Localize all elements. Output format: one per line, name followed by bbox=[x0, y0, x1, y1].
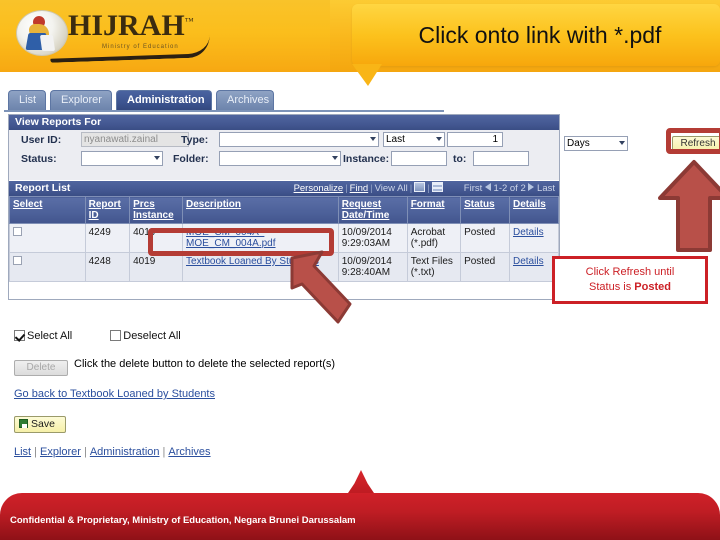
select-all-label[interactable]: Select All bbox=[27, 330, 72, 342]
col-details[interactable]: Details bbox=[509, 196, 559, 224]
arrow-to-pdf-link-icon bbox=[290, 250, 352, 324]
count-input[interactable]: 1 bbox=[447, 132, 503, 147]
details-link[interactable]: Details bbox=[513, 256, 544, 267]
delete-row: Delete Click the delete button to delete … bbox=[14, 358, 335, 376]
reports-panel: View Reports For User ID: nyanawati.zain… bbox=[8, 114, 560, 300]
row-checkbox[interactable] bbox=[13, 256, 22, 265]
pager-first[interactable]: First bbox=[464, 183, 482, 194]
view-reports-for-title: View Reports For bbox=[9, 115, 559, 130]
user-id-label: User ID: bbox=[21, 134, 62, 146]
user-id-field: nyanawati.zainal bbox=[81, 132, 189, 147]
cell-select[interactable] bbox=[9, 223, 86, 253]
note-line-2-prefix: Status is bbox=[589, 281, 635, 293]
col-report-id[interactable]: Report ID bbox=[84, 196, 131, 224]
select-all-checkbox[interactable] bbox=[14, 330, 25, 341]
unit-select-value: Days bbox=[567, 138, 590, 149]
download-spreadsheet-icon[interactable] bbox=[414, 182, 426, 192]
col-request-datetime[interactable]: Request Date/Time bbox=[337, 196, 408, 224]
status-select[interactable] bbox=[81, 151, 163, 166]
footer-confidential-text: Confidential & Proprietary, Ministry of … bbox=[10, 515, 356, 526]
note-status-value: Posted bbox=[634, 281, 671, 293]
tab-explorer[interactable]: Explorer bbox=[50, 90, 112, 110]
pager-next-icon[interactable] bbox=[528, 183, 535, 191]
cell-details[interactable]: Details bbox=[509, 223, 559, 253]
col-format[interactable]: Format bbox=[406, 196, 462, 224]
go-back-link[interactable]: Go back to Textbook Loaned by Students bbox=[14, 388, 215, 400]
unit-select[interactable]: Days bbox=[564, 136, 628, 151]
logo-wordmark: HIJRAH™ bbox=[68, 9, 194, 43]
arrow-to-refresh-icon bbox=[658, 160, 720, 252]
type-label: Type: bbox=[181, 134, 209, 146]
view-reports-for-body: User ID: nyanawati.zainal Status: Type: … bbox=[9, 130, 559, 180]
footer-link-explorer[interactable]: Explorer bbox=[40, 446, 81, 458]
tab-administration[interactable]: Administration bbox=[116, 90, 212, 110]
table-row: 4248 4019 Textbook Loaned By Students 10… bbox=[9, 252, 559, 282]
cell-format: Acrobat (*.pdf) bbox=[406, 223, 462, 253]
to-input[interactable] bbox=[473, 151, 529, 166]
last-select[interactable]: Last bbox=[383, 132, 445, 147]
cell-select[interactable] bbox=[9, 252, 86, 282]
col-status[interactable]: Status bbox=[460, 196, 510, 224]
tab-list[interactable]: List bbox=[8, 90, 46, 110]
callout-click-pdf-link-text: Click onto link with *.pdf bbox=[418, 21, 662, 48]
pager-range: 1-2 of 2 bbox=[493, 183, 526, 194]
tab-archives[interactable]: Archives bbox=[216, 90, 274, 110]
note-line-2: Status is Posted bbox=[589, 280, 671, 295]
cell-status: Posted bbox=[460, 252, 510, 282]
delete-button[interactable]: Delete bbox=[14, 360, 68, 376]
cell-report-id: 4248 bbox=[84, 252, 131, 282]
cell-format: Text Files (*.txt) bbox=[406, 252, 462, 282]
grid-view-icon[interactable] bbox=[431, 182, 443, 192]
col-prcs-instance[interactable]: Prcs Instance bbox=[129, 196, 184, 224]
deselect-all-checkbox[interactable] bbox=[110, 330, 122, 341]
instance-input[interactable] bbox=[391, 151, 447, 166]
cell-status: Posted bbox=[460, 223, 510, 253]
main-tab-bar: List Explorer Administration Archives bbox=[4, 90, 716, 112]
deselect-all-label[interactable]: Deselect All bbox=[123, 330, 180, 342]
table-header-row: Select Report ID Prcs Instance Descripti… bbox=[9, 196, 559, 224]
note-click-refresh: Click Refresh until Status is Posted bbox=[552, 256, 708, 304]
hijrah-logo: HIJRAH™ Ministry of Education bbox=[10, 4, 330, 66]
personalize-link[interactable]: Personalize bbox=[294, 183, 344, 194]
report-list-toolbar: Personalize | Find | View All | | First 1-2 of… bbox=[293, 182, 555, 194]
cell-prcs-instance: 4019 bbox=[129, 252, 184, 282]
pager-last[interactable]: Last bbox=[537, 183, 555, 194]
save-disk-icon bbox=[19, 419, 28, 428]
save-button-label: Save bbox=[31, 418, 55, 430]
footer-link-administration[interactable]: Administration bbox=[90, 446, 160, 458]
to-label: to: bbox=[453, 153, 467, 165]
pager-prev-icon[interactable] bbox=[484, 183, 491, 191]
logo-wordmark-text: HIJRAH bbox=[68, 9, 185, 42]
logo-tagline: Ministry of Education bbox=[102, 44, 179, 50]
type-select[interactable] bbox=[219, 132, 379, 147]
save-button[interactable]: Save bbox=[14, 416, 66, 433]
callout-tail bbox=[352, 64, 382, 86]
view-all-link[interactable]: View All bbox=[375, 183, 408, 194]
row-checkbox[interactable] bbox=[13, 227, 22, 236]
footer-link-archives[interactable]: Archives bbox=[168, 446, 210, 458]
tab-bar-underline bbox=[4, 110, 444, 112]
last-select-value: Last bbox=[386, 134, 405, 145]
details-link[interactable]: Details bbox=[513, 227, 544, 238]
logo-trademark: ™ bbox=[184, 16, 194, 26]
folder-select[interactable] bbox=[219, 151, 341, 166]
col-description[interactable]: Description bbox=[182, 196, 339, 224]
footer-nav-links: List | Explorer | Administration | Archives bbox=[14, 446, 211, 458]
folder-label: Folder: bbox=[173, 153, 209, 165]
callout-click-pdf-link: Click onto link with *.pdf bbox=[352, 4, 720, 66]
find-link[interactable]: Find bbox=[350, 183, 368, 194]
status-label: Status: bbox=[21, 153, 57, 165]
cell-report-id: 4249 bbox=[84, 223, 131, 253]
footer-link-list[interactable]: List bbox=[14, 446, 31, 458]
note-line-1: Click Refresh until bbox=[585, 266, 675, 278]
col-select[interactable]: Select bbox=[9, 196, 86, 224]
delete-hint-text: Click the delete button to delete the se… bbox=[74, 358, 336, 370]
refresh-highlight-box bbox=[666, 128, 720, 154]
instance-label: Instance: bbox=[343, 153, 390, 165]
select-deselect-row: Select All Deselect All bbox=[14, 330, 181, 342]
